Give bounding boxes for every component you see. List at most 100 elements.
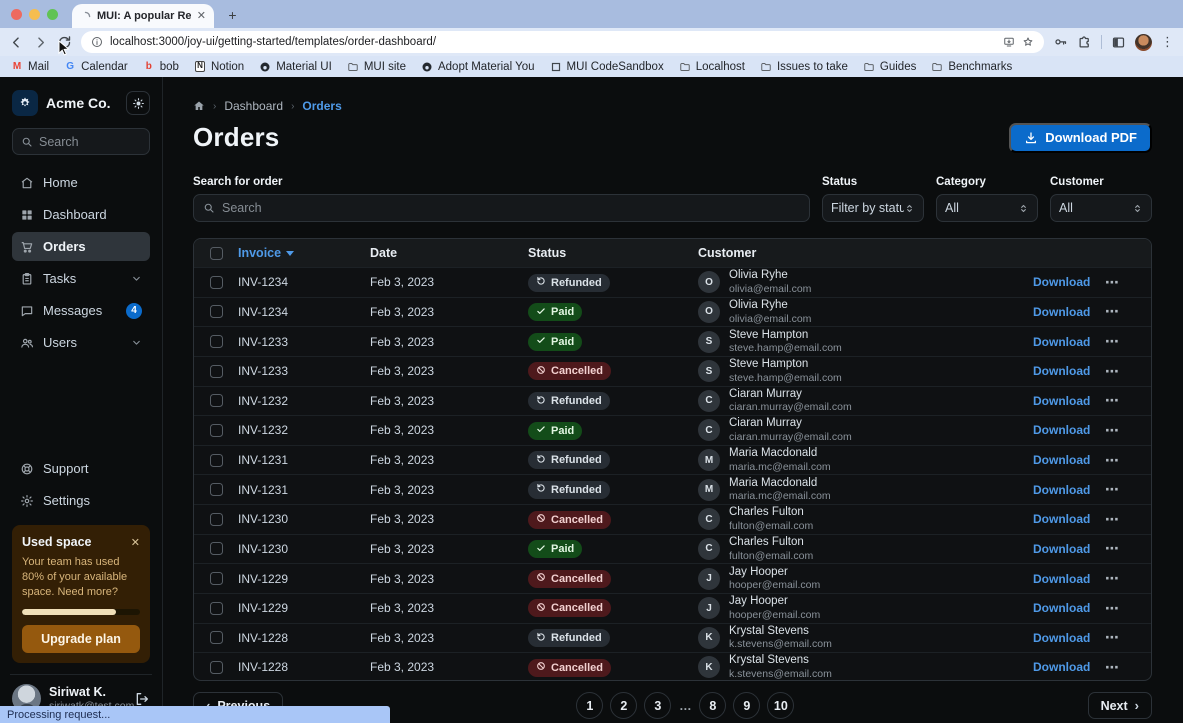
close-window-button[interactable] (11, 9, 22, 20)
download-link[interactable]: Download (1033, 275, 1090, 289)
sidebar-item-messages[interactable]: Messages4 (12, 296, 150, 325)
page-button-2[interactable]: 2 (610, 692, 637, 719)
back-icon[interactable] (9, 35, 24, 50)
row-checkbox[interactable] (210, 513, 223, 526)
row-menu-button[interactable]: ⋯ (1105, 629, 1151, 646)
sidebar-search-input[interactable]: Search (12, 128, 150, 155)
logout-icon[interactable] (134, 691, 150, 707)
download-link[interactable]: Download (1033, 335, 1090, 349)
row-menu-button[interactable]: ⋯ (1105, 274, 1151, 291)
row-menu-button[interactable]: ⋯ (1105, 659, 1151, 676)
row-checkbox[interactable] (210, 572, 223, 585)
row-checkbox[interactable] (210, 276, 223, 289)
minimize-window-button[interactable] (29, 9, 40, 20)
breadcrumb-dashboard[interactable]: Dashboard (224, 99, 283, 113)
download-link[interactable]: Download (1033, 542, 1090, 556)
download-link[interactable]: Download (1033, 512, 1090, 526)
page-button-3[interactable]: 3 (644, 692, 671, 719)
download-link[interactable]: Download (1033, 364, 1090, 378)
home-icon[interactable] (193, 100, 205, 112)
sidebar-item-dashboard[interactable]: Dashboard (12, 200, 150, 229)
tab-close-icon[interactable]: ✕ (197, 11, 206, 22)
row-checkbox[interactable] (210, 305, 223, 318)
row-menu-button[interactable]: ⋯ (1105, 600, 1151, 617)
row-checkbox[interactable] (210, 454, 223, 467)
row-menu-button[interactable]: ⋯ (1105, 570, 1151, 587)
download-link[interactable]: Download (1033, 305, 1090, 319)
install-app-icon[interactable] (1003, 36, 1015, 48)
sidebar-item-home[interactable]: Home (12, 168, 150, 197)
theme-toggle-button[interactable] (126, 91, 150, 115)
bookmark-item[interactable]: MMail (11, 61, 49, 73)
row-checkbox[interactable] (210, 602, 223, 615)
row-checkbox[interactable] (210, 335, 223, 348)
new-tab-button[interactable]: + (224, 6, 241, 23)
row-menu-button[interactable]: ⋯ (1105, 303, 1151, 320)
column-invoice[interactable]: Invoice (238, 246, 370, 260)
row-menu-button[interactable]: ⋯ (1105, 452, 1151, 469)
bookmark-item[interactable]: Issues to take (760, 61, 848, 73)
row-checkbox[interactable] (210, 661, 223, 674)
bookmark-item[interactable]: Material UI (259, 61, 332, 73)
row-checkbox[interactable] (210, 394, 223, 407)
sidebar-item-support[interactable]: Support (12, 454, 150, 483)
bookmark-item[interactable]: NNotion (194, 61, 244, 73)
bookmark-item[interactable]: Guides (863, 61, 916, 73)
row-checkbox[interactable] (210, 483, 223, 496)
download-link[interactable]: Download (1033, 423, 1090, 437)
sidebar-item-users[interactable]: Users (12, 328, 150, 357)
bookmark-item[interactable]: MUI CodeSandbox (550, 61, 664, 73)
page-button-1[interactable]: 1 (576, 692, 603, 719)
bookmark-star-icon[interactable] (1022, 36, 1034, 48)
browser-menu-icon[interactable]: ⋮ (1161, 34, 1174, 50)
status-filter-select[interactable]: Filter by status (822, 194, 924, 222)
upgrade-plan-button[interactable]: Upgrade plan (22, 625, 140, 653)
bookmark-item[interactable]: Localhost (679, 61, 745, 73)
extensions-icon[interactable] (1077, 35, 1092, 50)
password-key-icon[interactable] (1053, 35, 1068, 50)
download-link[interactable]: Download (1033, 660, 1090, 674)
bookmark-item[interactable]: Adopt Material You (421, 61, 535, 73)
download-link[interactable]: Download (1033, 572, 1090, 586)
category-filter-select[interactable]: All (936, 194, 1038, 222)
page-button-9[interactable]: 9 (733, 692, 760, 719)
row-checkbox[interactable] (210, 542, 223, 555)
download-link[interactable]: Download (1033, 453, 1090, 467)
bookmark-item[interactable]: MUI site (347, 61, 406, 73)
download-link[interactable]: Download (1033, 394, 1090, 408)
browser-tab[interactable]: MUI: A popular React UI fram ✕ (72, 4, 214, 28)
sidebar-item-orders[interactable]: Orders (12, 232, 150, 261)
profile-avatar[interactable] (1135, 34, 1152, 51)
download-pdf-button[interactable]: Download PDF (1009, 123, 1152, 153)
maximize-window-button[interactable] (47, 9, 58, 20)
bookmark-item[interactable]: Benchmarks (931, 61, 1012, 73)
address-bar[interactable]: localhost:3000/joy-ui/getting-started/te… (81, 31, 1044, 53)
row-menu-button[interactable]: ⋯ (1105, 392, 1151, 409)
page-button-10[interactable]: 10 (767, 692, 794, 719)
customer-filter-select[interactable]: All (1050, 194, 1152, 222)
page-button-8[interactable]: 8 (699, 692, 726, 719)
row-menu-button[interactable]: ⋯ (1105, 422, 1151, 439)
select-all-checkbox[interactable] (210, 247, 223, 260)
forward-icon[interactable] (33, 35, 48, 50)
order-search-input[interactable]: Search (193, 194, 810, 222)
site-info-icon[interactable] (91, 36, 103, 48)
side-panel-icon[interactable] (1111, 35, 1126, 50)
row-menu-button[interactable]: ⋯ (1105, 481, 1151, 498)
row-menu-button[interactable]: ⋯ (1105, 511, 1151, 528)
row-menu-button[interactable]: ⋯ (1105, 333, 1151, 350)
download-link[interactable]: Download (1033, 483, 1090, 497)
close-icon[interactable]: ✕ (131, 536, 140, 549)
row-checkbox[interactable] (210, 631, 223, 644)
row-menu-button[interactable]: ⋯ (1105, 363, 1151, 380)
bookmark-item[interactable]: bbob (143, 61, 179, 73)
row-checkbox[interactable] (210, 365, 223, 378)
next-page-button[interactable]: Next › (1088, 692, 1152, 719)
download-link[interactable]: Download (1033, 631, 1090, 645)
row-menu-button[interactable]: ⋯ (1105, 540, 1151, 557)
download-link[interactable]: Download (1033, 601, 1090, 615)
sidebar-item-settings[interactable]: Settings (12, 486, 150, 515)
row-checkbox[interactable] (210, 424, 223, 437)
bookmark-item[interactable]: GCalendar (64, 61, 128, 73)
sidebar-item-tasks[interactable]: Tasks (12, 264, 150, 293)
